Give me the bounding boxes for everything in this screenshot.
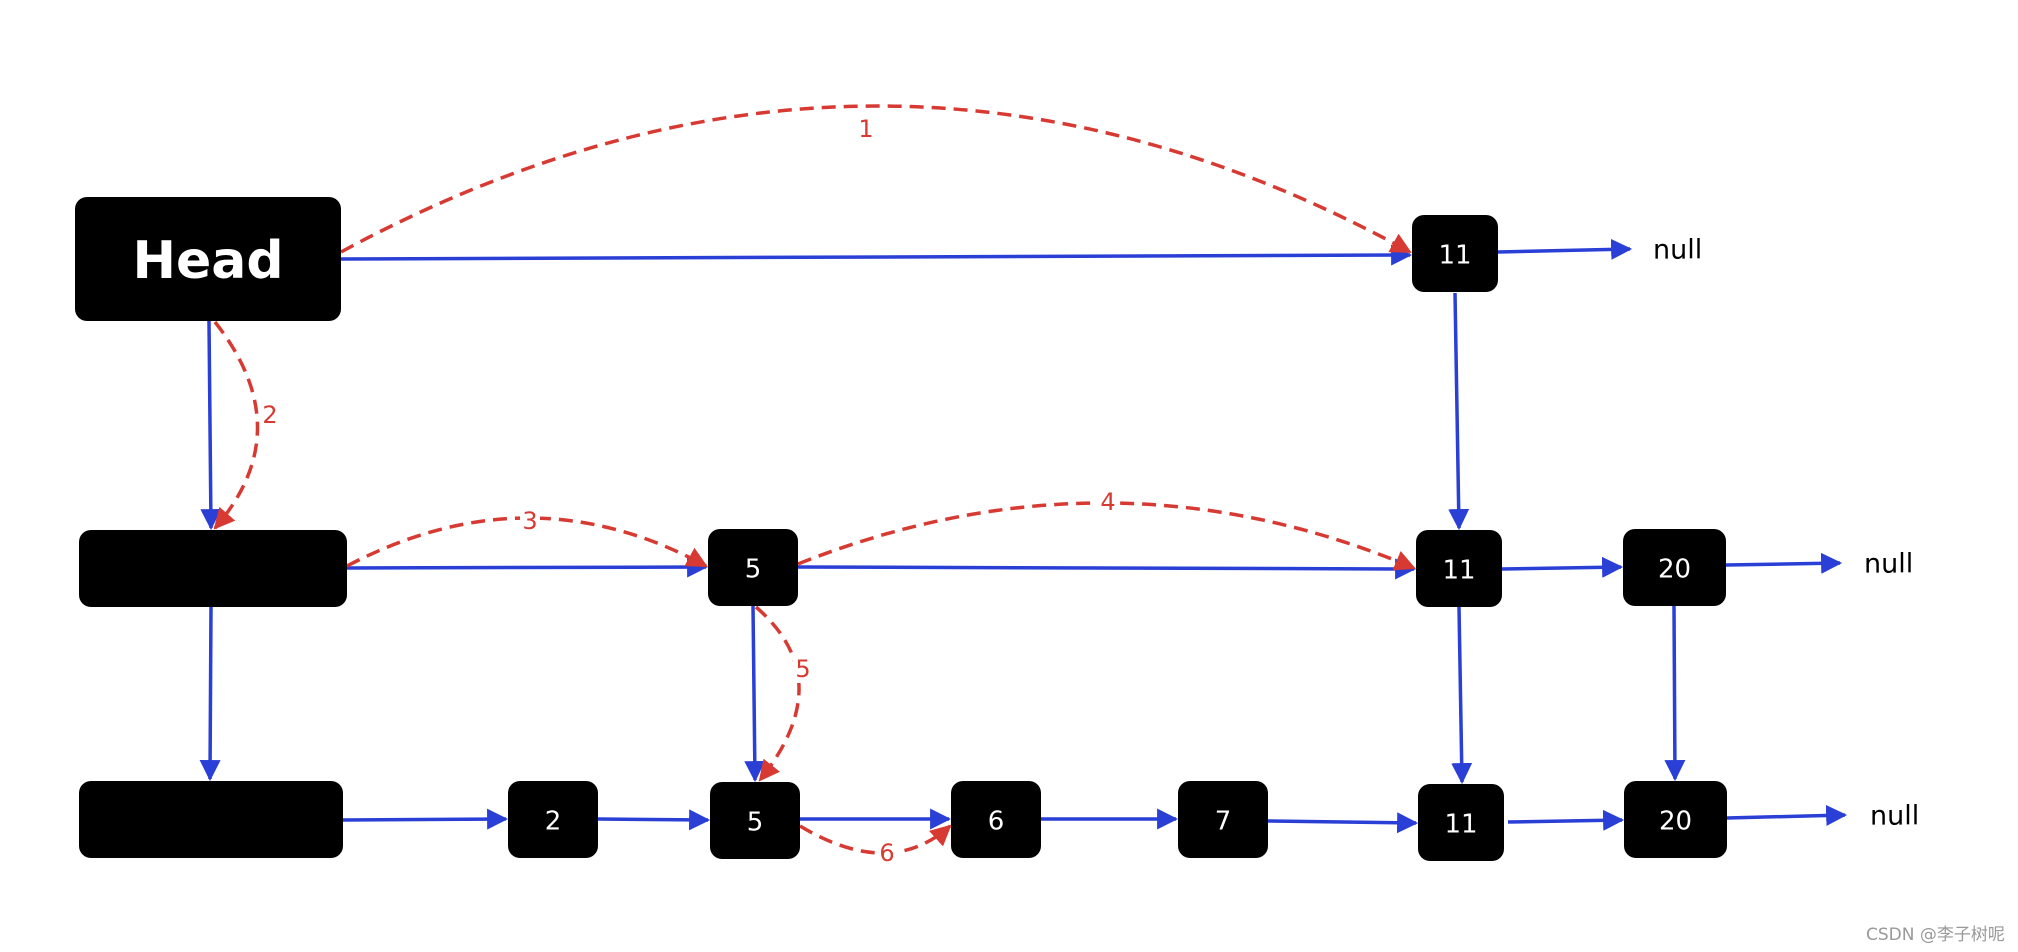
search-step-3-label: 3 [522,507,537,535]
pointer-arrow [1725,552,1843,574]
pointer-arrow [346,556,709,578]
node-level1-head [79,781,343,858]
node-box [79,530,347,607]
node-label: 5 [745,555,762,585]
node-label: 2 [545,807,562,837]
skip-list-diagram: 123456 Head 115 11 202 5 6 7 11 20 nullnullnull … [75,104,2005,945]
pointer-arrow [1664,605,1686,782]
search-step-2-label: 2 [262,401,277,429]
node-label: 5 [747,808,764,838]
pointer-arrow [1448,292,1470,531]
node-mid-5: 5 [708,529,798,606]
node-label: 6 [988,807,1005,837]
search-step-2-arrow [213,320,260,530]
pointer-arrow [1507,809,1625,831]
node-bot-6: 6 [951,781,1041,858]
watermark: CSDN @李子树呢 [1866,925,2005,945]
node-box [79,781,343,858]
null-label-top: null [1653,235,1702,266]
pointer-arrow [1451,606,1473,785]
nodes: Head 11 5 11 20 2 5 6 7 11 20 [75,197,1727,861]
node-label: 7 [1215,807,1232,837]
node-top-11: 11 [1412,215,1498,292]
node-bot-7: 7 [1178,781,1268,858]
node-level2-head [79,530,347,607]
pointer-arrow [744,605,766,783]
search-step-5-label: 5 [795,655,810,683]
pointer-arrow [342,808,509,830]
search-step-6-arrow [799,824,952,855]
search-step-1-label: 1 [858,115,873,143]
pointer-arrow [1497,238,1633,260]
pointer-arrow [797,558,1417,580]
search-step-4-label: 4 [1100,488,1115,516]
node-label: 20 [1659,807,1692,837]
node-mid-20: 20 [1623,529,1726,606]
search-step-6-label: 6 [879,839,894,867]
pointer-edges [199,238,1848,834]
node-label: 20 [1658,555,1691,585]
pointer-arrow [1726,804,1848,826]
node-label: 11 [1444,810,1477,840]
pointer-arrow [200,320,222,531]
node-head: Head [75,197,341,321]
pointer-arrow [340,244,1413,266]
pointer-arrow [1267,812,1419,834]
node-label: Head [132,231,283,291]
node-label: 11 [1438,241,1471,271]
node-mid-11: 11 [1416,530,1502,607]
pointer-arrow [199,606,221,782]
node-bot-2: 2 [508,781,598,858]
pointer-arrow [597,809,711,831]
node-bot-5: 5 [710,782,800,859]
null-label-bot: null [1870,801,1919,832]
node-bot-20: 20 [1624,781,1727,858]
search-path: 1 2 3 4 5 6 [213,104,1416,867]
search-step-5-arrow [754,605,801,782]
null-label-mid: null [1864,549,1913,580]
node-label: 11 [1442,556,1475,586]
pointer-arrow [1501,556,1624,578]
node-bot-11: 11 [1418,784,1504,861]
